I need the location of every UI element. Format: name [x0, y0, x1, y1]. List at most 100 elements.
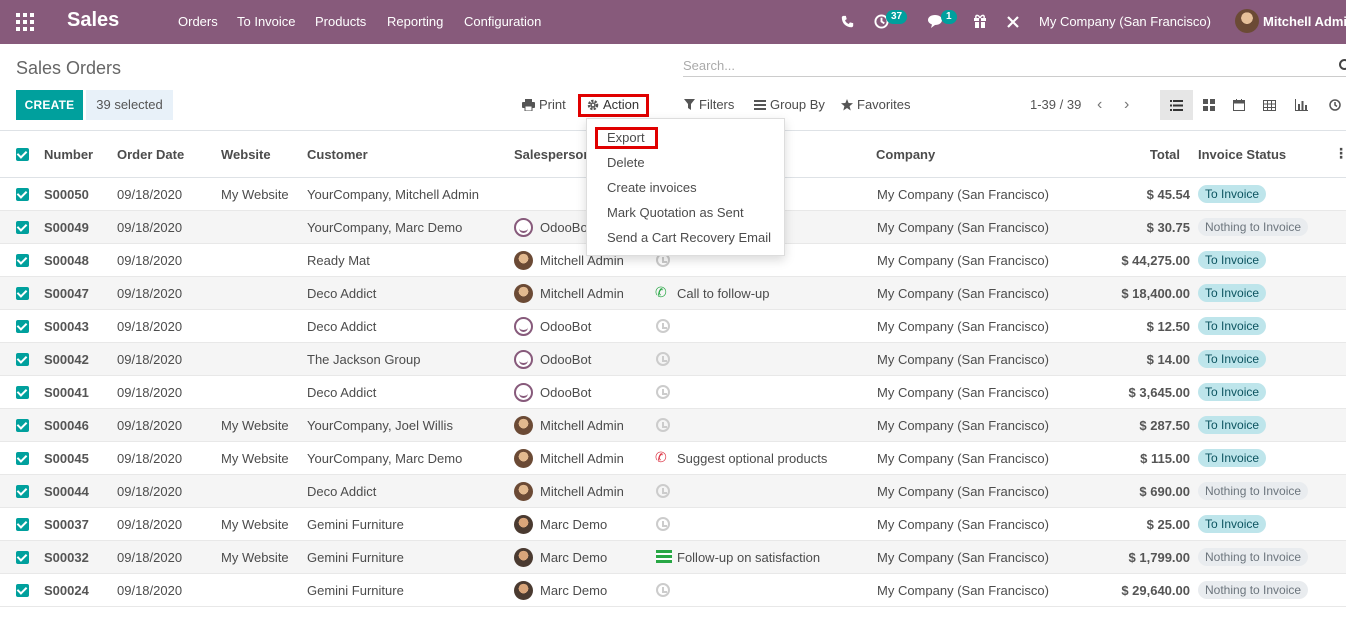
salesperson-avatar	[514, 449, 533, 468]
row-checkbox[interactable]	[16, 353, 29, 366]
salesperson: OdooBot	[540, 220, 592, 235]
phone-call-overdue-icon[interactable]: ✆	[655, 449, 667, 466]
activity-clock-icon[interactable]	[656, 517, 670, 531]
row-checkbox[interactable]	[16, 287, 29, 300]
column-company[interactable]: Company	[876, 147, 935, 162]
column-salesperson[interactable]: Salesperson	[514, 147, 591, 162]
filters-button[interactable]: Filters	[684, 97, 734, 112]
column-website[interactable]: Website	[221, 147, 271, 162]
todo-list-icon[interactable]	[656, 550, 672, 563]
menu-orders[interactable]: Orders	[178, 14, 218, 29]
menu-reporting[interactable]: Reporting	[387, 14, 443, 29]
pager-next-icon[interactable]: ›	[1124, 96, 1129, 114]
company-switcher[interactable]: My Company (San Francisco)	[1039, 14, 1211, 29]
graph-view-button[interactable]	[1285, 90, 1318, 120]
order-total: $ 12.50	[1146, 319, 1190, 334]
table-row[interactable]: S00041 09/18/2020 Deco Addict OdooBot My Com…	[0, 376, 1346, 409]
salesperson-avatar	[514, 383, 533, 402]
table-row[interactable]: S00043 09/18/2020 Deco Addict OdooBot My Com…	[0, 310, 1346, 343]
table-row[interactable]: S00044 09/18/2020 Deco Addict Mitchell Admi…	[0, 475, 1346, 508]
filters-label: Filters	[699, 97, 735, 112]
group-by-button[interactable]: Group By	[754, 97, 825, 112]
activity-clock-icon[interactable]	[656, 385, 670, 399]
phone-icon[interactable]	[841, 15, 854, 28]
row-checkbox[interactable]	[16, 221, 29, 234]
table-row[interactable]: S00047 09/18/2020 Deco Addict Mitchell Admi…	[0, 277, 1346, 310]
row-checkbox[interactable]	[16, 551, 29, 564]
row-checkbox[interactable]	[16, 485, 29, 498]
activity-clock-icon[interactable]	[656, 583, 670, 597]
pager-value[interactable]: 1-39 / 39	[1030, 97, 1081, 112]
column-order-date[interactable]: Order Date	[117, 147, 184, 162]
pager-previous-icon[interactable]: ‹	[1097, 96, 1102, 114]
table-row[interactable]: S00046 09/18/2020 My Website YourCompany, J…	[0, 409, 1346, 442]
user-menu[interactable]: Mitchell Admin	[1263, 14, 1346, 29]
row-checkbox[interactable]	[16, 320, 29, 333]
create-button[interactable]: CREATE	[16, 90, 83, 120]
action-menu-mark-sent[interactable]: Mark Quotation as Sent	[607, 205, 744, 220]
favorites-button[interactable]: Favorites	[841, 97, 910, 112]
customer: Deco Addict	[307, 286, 377, 301]
salesperson: Mitchell Admin	[540, 451, 624, 466]
pivot-view-button[interactable]	[1253, 90, 1286, 120]
app-title[interactable]: Sales	[67, 9, 119, 32]
table-row[interactable]: S00024 09/18/2020 Gemini Furniture Marc Dem…	[0, 574, 1346, 607]
table-row[interactable]: S00037 09/18/2020 My Website Gemini Furnitu…	[0, 508, 1346, 541]
calendar-view-button[interactable]	[1222, 90, 1255, 120]
order-date: 09/18/2020	[117, 550, 183, 565]
column-options-icon[interactable]: ⋮	[1334, 145, 1346, 162]
table-row[interactable]: S00032 09/18/2020 My Website Gemini Furnitu…	[0, 541, 1346, 574]
action-menu-delete[interactable]: Delete	[607, 155, 645, 170]
column-number[interactable]: Number	[44, 147, 93, 162]
order-number: S00024	[44, 583, 89, 598]
salesperson-avatar	[514, 515, 533, 534]
menu-products[interactable]: Products	[315, 14, 366, 29]
customer: YourCompany, Marc Demo	[307, 220, 463, 235]
activity-view-button[interactable]	[1318, 90, 1346, 120]
customer: The Jackson Group	[307, 352, 421, 367]
activity-clock-icon[interactable]	[656, 484, 670, 498]
table-row[interactable]: S00042 09/18/2020 The Jackson Group OdooBot…	[0, 343, 1346, 376]
app-grid-icon[interactable]	[16, 13, 34, 31]
row-checkbox[interactable]	[16, 518, 29, 531]
website: My Website	[221, 451, 289, 466]
invoice-status-badge: To Invoice	[1198, 185, 1267, 203]
export-highlight	[595, 127, 658, 149]
phone-call-icon[interactable]: ✆	[655, 284, 667, 301]
action-menu-cart-recovery[interactable]: Send a Cart Recovery Email	[607, 230, 771, 245]
row-checkbox[interactable]	[16, 419, 29, 432]
column-invoice-status[interactable]: Invoice Status	[1198, 147, 1286, 162]
list-view-button[interactable]	[1160, 90, 1193, 120]
row-checkbox[interactable]	[16, 452, 29, 465]
column-customer[interactable]: Customer	[307, 147, 368, 162]
table-row[interactable]: S00045 09/18/2020 My Website YourCompany, M…	[0, 442, 1346, 475]
activity-clock-icon[interactable]	[656, 418, 670, 432]
page-title: Sales Orders	[16, 58, 122, 78]
row-checkbox[interactable]	[16, 254, 29, 267]
menu-to-invoice[interactable]: To Invoice	[237, 14, 296, 29]
row-checkbox[interactable]	[16, 188, 29, 201]
row-checkbox[interactable]	[16, 584, 29, 597]
debug-tools-icon[interactable]	[1006, 15, 1020, 29]
column-total[interactable]: Total	[1150, 147, 1180, 162]
order-number: S00049	[44, 220, 89, 235]
print-button[interactable]: Print	[522, 97, 566, 112]
menu-configuration[interactable]: Configuration	[464, 14, 541, 29]
order-number: S00045	[44, 451, 89, 466]
salesperson-avatar	[514, 581, 533, 600]
gift-icon[interactable]	[973, 14, 987, 28]
activity-clock-icon[interactable]	[656, 319, 670, 333]
user-avatar[interactable]	[1235, 9, 1259, 33]
customer: Deco Addict	[307, 319, 377, 334]
kanban-view-button[interactable]	[1192, 90, 1225, 120]
activity-clock-icon[interactable]	[656, 352, 670, 366]
action-menu-create-invoices[interactable]: Create invoices	[607, 180, 697, 195]
select-all-checkbox[interactable]	[16, 148, 29, 161]
salesperson-avatar	[514, 284, 533, 303]
order-date: 09/18/2020	[117, 253, 183, 268]
row-checkbox[interactable]	[16, 386, 29, 399]
search-icon[interactable]	[1339, 59, 1346, 70]
salesperson: Mitchell Admin	[540, 418, 624, 433]
salesperson-avatar	[514, 482, 533, 501]
search-input[interactable]	[683, 55, 1323, 75]
